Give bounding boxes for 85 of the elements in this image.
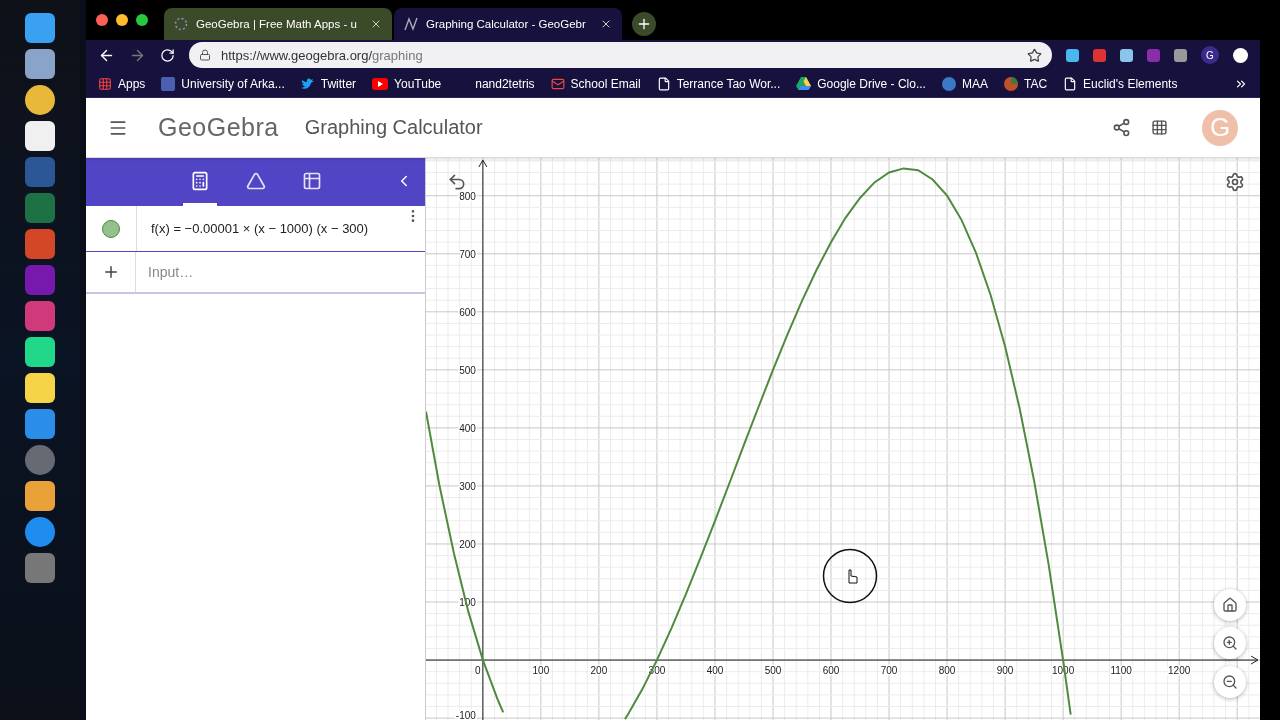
bookmark-link[interactable]: School Email bbox=[550, 76, 641, 91]
app-icon[interactable] bbox=[25, 337, 55, 367]
app-icon[interactable] bbox=[25, 49, 55, 79]
window-zoom-button[interactable] bbox=[136, 14, 148, 26]
close-icon[interactable] bbox=[600, 18, 612, 30]
bookmark-link[interactable]: Apps bbox=[98, 76, 146, 91]
axis-tick-label: 0 bbox=[475, 665, 481, 677]
app-title: Graphing Calculator bbox=[304, 116, 484, 139]
zoom-out-icon bbox=[1222, 674, 1238, 690]
axis-tick-label: 500 bbox=[459, 364, 476, 376]
bookmark-link[interactable]: Euclid's Elements bbox=[1063, 76, 1178, 91]
table-icon bbox=[301, 170, 322, 191]
bookmark-link[interactable]: nand2tetris bbox=[475, 76, 535, 91]
app-icon[interactable] bbox=[25, 373, 55, 403]
reload-icon[interactable] bbox=[160, 47, 175, 63]
home-button[interactable] bbox=[1214, 589, 1246, 621]
address-bar[interactable]: https://www.geogebra.org/graphing bbox=[189, 42, 1052, 68]
axis-tick-label: 1100 bbox=[1110, 665, 1132, 677]
play-icon bbox=[372, 77, 389, 90]
app-logo: GeoGebra bbox=[158, 113, 279, 142]
axis-tick-label: 200 bbox=[459, 538, 476, 550]
window-close-button[interactable] bbox=[96, 14, 108, 26]
window-minimize-button[interactable] bbox=[116, 14, 128, 26]
axis-tick-label: 800 bbox=[459, 190, 476, 202]
axis-tick-label: 400 bbox=[706, 665, 724, 677]
graph-line-icon bbox=[404, 17, 418, 31]
apps-grid-icon bbox=[98, 76, 112, 91]
axis-tick-label: -100 bbox=[455, 710, 476, 720]
axis-tick-label: 100 bbox=[532, 665, 550, 677]
app-icon[interactable] bbox=[25, 13, 55, 43]
home-icon bbox=[1222, 597, 1238, 613]
bookmark-link[interactable]: Terrance Tao Wor... bbox=[656, 76, 781, 91]
axis-tick-label: 300 bbox=[459, 480, 476, 492]
bookmark-link[interactable]: Twitter bbox=[300, 76, 357, 91]
bookmark-link[interactable]: YouTube bbox=[372, 76, 442, 91]
cursor-highlight-drawing bbox=[822, 548, 878, 604]
app-icon[interactable] bbox=[25, 481, 55, 511]
axis-tick-label: 1200 bbox=[1168, 665, 1191, 677]
share-icon[interactable] bbox=[1112, 118, 1131, 137]
extension-icon[interactable] bbox=[1174, 48, 1187, 62]
bookmark-link[interactable]: University of Arka... bbox=[161, 76, 285, 91]
apps-grid-icon[interactable] bbox=[1151, 119, 1168, 136]
axis-tick-label: 400 bbox=[459, 422, 476, 434]
school-logo-icon bbox=[161, 76, 176, 91]
lock-icon bbox=[199, 49, 211, 61]
axis-tick-label: 700 bbox=[459, 248, 476, 260]
axis-tick-label: 500 bbox=[764, 665, 782, 677]
visibility-dot[interactable] bbox=[102, 219, 120, 238]
zoom-in-button[interactable] bbox=[1214, 627, 1246, 659]
zoom-in-icon bbox=[1222, 635, 1238, 651]
extension-icon[interactable] bbox=[1066, 48, 1079, 62]
undo-icon bbox=[447, 172, 467, 192]
bookmark-link[interactable]: Google Drive - Clo... bbox=[796, 76, 926, 91]
app-icon[interactable] bbox=[25, 85, 55, 115]
url-text: https://www.geogebra.org/graphing bbox=[221, 47, 423, 63]
extension-icon[interactable] bbox=[1233, 47, 1248, 63]
formula-text[interactable]: f(x) = −0.00001 × (x − 1000) (x − 300) bbox=[151, 221, 369, 236]
pentagon-dots-icon bbox=[174, 17, 188, 31]
axis-tick-label: 600 bbox=[822, 665, 840, 677]
bookmark-link[interactable]: MAA bbox=[941, 76, 988, 91]
new-tab-button[interactable] bbox=[632, 12, 656, 36]
app-icon[interactable] bbox=[25, 121, 55, 151]
axis-tick-label: 900 bbox=[996, 665, 1014, 677]
ball-icon bbox=[1003, 76, 1018, 91]
triangle-logo-icon bbox=[796, 77, 812, 90]
page-icon bbox=[656, 76, 671, 91]
profile-avatar[interactable]: G bbox=[1201, 46, 1219, 64]
browser-tab[interactable]: GeoGebra | Free Math Apps - u bbox=[164, 8, 392, 40]
browser-tab[interactable]: Graphing Calculator - GeoGebr bbox=[394, 8, 622, 40]
bookmark-link[interactable]: TAC bbox=[1003, 76, 1048, 91]
extension-icon[interactable] bbox=[1120, 48, 1133, 62]
bookmark-star-icon[interactable] bbox=[1027, 47, 1042, 63]
page-icon bbox=[1063, 76, 1078, 91]
globe-icon bbox=[941, 76, 956, 91]
axis-tick-label: 600 bbox=[459, 306, 476, 318]
triangle-icon bbox=[245, 170, 266, 191]
close-icon[interactable] bbox=[370, 18, 382, 30]
plus-icon bbox=[636, 16, 652, 32]
mail-icon bbox=[550, 76, 565, 91]
bird-icon bbox=[300, 77, 315, 90]
zoom-out-button[interactable] bbox=[1214, 666, 1246, 698]
axis-tick-label: 700 bbox=[880, 665, 898, 677]
axis-tick-label: 800 bbox=[938, 665, 956, 677]
axis-tick-label: 200 bbox=[590, 665, 608, 677]
settings-icon bbox=[1225, 172, 1245, 192]
